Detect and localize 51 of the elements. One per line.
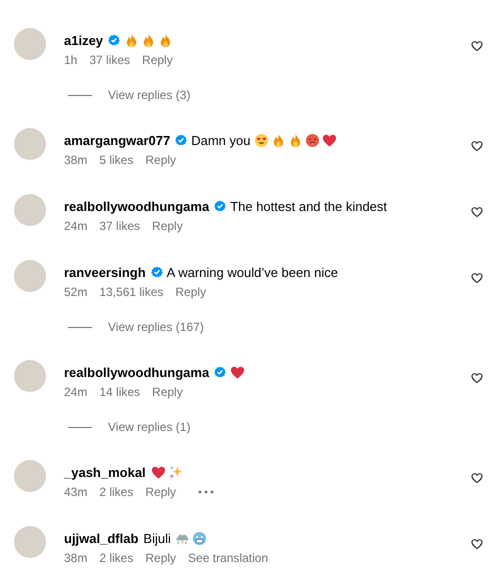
username-link[interactable]: _yash_mokal [64, 464, 146, 480]
heart-eyes-face-icon [254, 132, 270, 148]
view-replies-link[interactable]: View replies (167) [108, 320, 204, 334]
view-replies-link[interactable]: View replies (1) [108, 420, 190, 434]
likes-link[interactable]: 5 likes [99, 153, 134, 167]
like-heart-icon[interactable] [471, 40, 483, 52]
comment-text: The hottest and the kindest [230, 198, 388, 214]
comment-time: 52m [64, 285, 88, 299]
reply-link[interactable]: Reply [152, 385, 183, 399]
heart-emoji-icon [230, 364, 246, 380]
comment-time: 38m [64, 551, 88, 565]
heart-emoji-icon [150, 464, 166, 480]
like-heart-icon[interactable] [471, 538, 483, 550]
username-link[interactable]: realbollywoodhungama [64, 198, 210, 214]
sparkles-emoji-icon [168, 464, 183, 480]
like-heart-icon[interactable] [471, 140, 483, 152]
likes-link[interactable]: 2 likes [99, 485, 134, 499]
likes-link[interactable]: 2 likes [99, 551, 134, 565]
username-link[interactable]: ranveersingh [64, 264, 146, 280]
heart-emoji-icon [322, 132, 338, 148]
username-link[interactable]: realbollywoodhungama [64, 364, 210, 380]
reply-link[interactable]: Reply [145, 485, 176, 499]
reply-link[interactable]: Reply [145, 153, 176, 167]
likes-link[interactable]: 37 likes [99, 219, 140, 233]
like-heart-icon[interactable] [471, 372, 483, 384]
reply-link[interactable]: Reply [142, 53, 173, 67]
reply-link[interactable]: Reply [175, 285, 206, 299]
comment-text: Bijuli [143, 530, 171, 546]
see-translation-link[interactable]: See translation [188, 551, 268, 565]
comment-time: 43m [64, 485, 88, 499]
comment-time: 24m [64, 385, 88, 399]
username-link[interactable]: amargangwar077 [64, 132, 170, 148]
view-replies-link[interactable]: View replies (3) [108, 88, 190, 102]
hot-face-icon [305, 132, 320, 148]
likes-link[interactable]: 37 likes [89, 53, 130, 67]
cold-face-icon [192, 530, 207, 546]
comment-time: 24m [64, 219, 88, 233]
username-link[interactable]: a1izey [64, 32, 104, 48]
likes-link[interactable]: 14 likes [99, 385, 140, 399]
like-heart-icon[interactable] [471, 272, 483, 284]
comment-text: Damn you [191, 132, 250, 148]
comment-time: 1h [64, 53, 78, 67]
like-heart-icon[interactable] [471, 472, 483, 484]
more-options-icon[interactable] [198, 490, 214, 494]
reply-link[interactable]: Reply [145, 551, 176, 565]
likes-link[interactable]: 13,561 likes [99, 285, 164, 299]
username-link[interactable]: ujjwal_dflab [64, 530, 138, 546]
like-heart-icon[interactable] [471, 206, 483, 218]
reply-link[interactable]: Reply [152, 219, 183, 233]
comment-text: A warning would’ve been nice [166, 264, 338, 280]
comment-time: 38m [64, 153, 88, 167]
